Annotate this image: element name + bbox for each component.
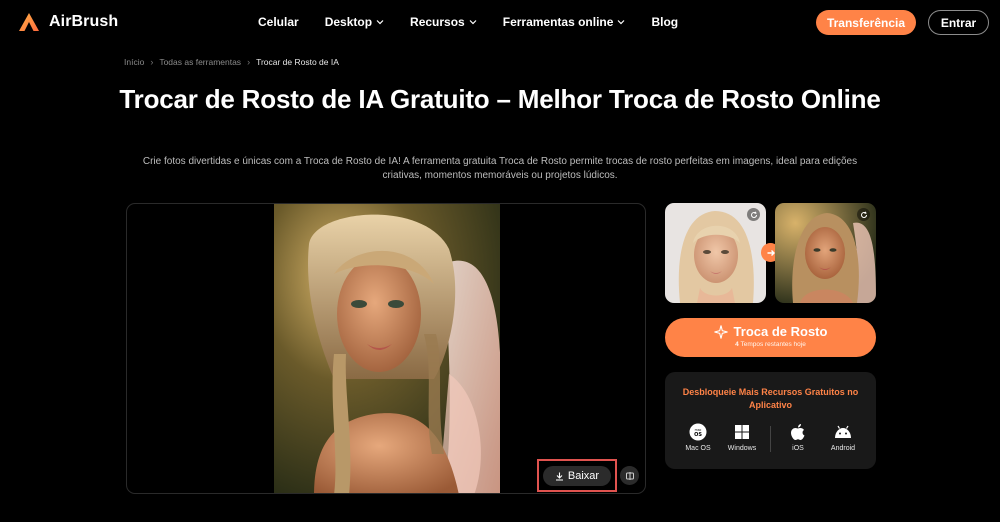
page-subtitle: Crie fotos divertidas e únicas com a Tro… — [142, 156, 858, 181]
app-panel-title: Desbloqueie Mais Recursos Gratuitos no A… — [682, 387, 859, 410]
face-swap-label: Troca de Rosto — [733, 324, 828, 339]
chevron-down-icon — [376, 20, 384, 25]
transfer-button[interactable]: Transferência — [816, 10, 916, 35]
platform-windows[interactable]: Windows — [722, 423, 762, 452]
nav-label: Celular — [258, 15, 299, 29]
platform-android[interactable]: Android — [823, 423, 863, 452]
breadcrumb-home[interactable]: Início — [124, 57, 144, 67]
header: AirBrush Celular Desktop Recursos Ferram… — [0, 0, 1000, 44]
platform-label: iOS — [792, 445, 804, 452]
result-preview — [126, 203, 646, 494]
result-photo-illustration — [274, 204, 500, 493]
windows-icon — [733, 423, 751, 441]
chevron-down-icon — [469, 20, 477, 25]
breadcrumb-all-tools[interactable]: Todas as ferramentas — [159, 57, 241, 67]
chevron-right-icon: › — [247, 57, 251, 67]
app-download-panel: Desbloqueie Mais Recursos Gratuitos no A… — [665, 372, 876, 469]
apple-icon — [789, 423, 807, 441]
sparkle-icon — [713, 324, 728, 339]
brand-name: AirBrush — [49, 13, 119, 30]
chevron-down-icon — [618, 20, 625, 25]
macos-icon: mac OS — [689, 423, 707, 441]
download-label: Baixar — [567, 470, 600, 482]
main-nav: Celular Desktop Recursos Ferramentas onl… — [258, 15, 704, 29]
platform-ios[interactable]: iOS — [778, 423, 818, 452]
logo[interactable]: AirBrush — [18, 12, 118, 32]
platform-label: Windows — [727, 445, 757, 452]
refresh-icon[interactable] — [857, 208, 870, 221]
android-icon — [834, 423, 852, 441]
nav-item-ferramentas[interactable]: Ferramentas online — [503, 15, 626, 29]
download-icon — [555, 472, 563, 481]
nav-label: Ferramentas online — [502, 15, 614, 29]
platform-label: Mac OS — [685, 445, 711, 452]
result-image — [274, 204, 500, 493]
compare-icon — [625, 471, 634, 480]
breadcrumb: Início › Todas as ferramentas › Trocar d… — [124, 57, 339, 67]
nav-label: Desktop — [324, 15, 373, 29]
airbrush-logo-icon — [19, 13, 39, 31]
nav-item-blog[interactable]: Blog — [651, 15, 678, 29]
login-button[interactable]: Entrar — [928, 10, 989, 35]
nav-item-recursos[interactable]: Recursos — [410, 15, 477, 29]
remaining-text: Tempos restantes hoje — [740, 341, 806, 348]
page-title: Trocar de Rosto de IA Gratuito – Melhor … — [119, 84, 881, 114]
nav-item-desktop[interactable]: Desktop — [325, 15, 384, 29]
platform-label: Android — [830, 445, 856, 452]
refresh-icon[interactable] — [747, 208, 760, 221]
compare-button[interactable] — [620, 466, 639, 485]
target-image-thumbnail[interactable] — [775, 203, 876, 303]
svg-text:OS: OS — [694, 432, 702, 438]
face-swap-button[interactable]: Troca de Rosto 4 Tempos restantes hoje — [665, 318, 876, 357]
chevron-right-icon: › — [150, 57, 154, 67]
remaining-uses: 4 Tempos restantes hoje — [665, 341, 876, 348]
nav-label: Blog — [651, 15, 679, 29]
breadcrumb-current: Trocar de Rosto de IA — [256, 57, 339, 67]
face-swap-main: Troca de Rosto — [665, 324, 876, 339]
platform-macos[interactable]: mac OS Mac OS — [678, 423, 718, 452]
nav-label: Recursos — [410, 15, 465, 29]
nav-item-celular[interactable]: Celular — [258, 15, 299, 29]
remaining-count: 4 — [735, 341, 739, 348]
divider — [770, 426, 771, 452]
source-face-thumbnail[interactable] — [665, 203, 766, 303]
download-button[interactable]: Baixar — [543, 466, 611, 486]
